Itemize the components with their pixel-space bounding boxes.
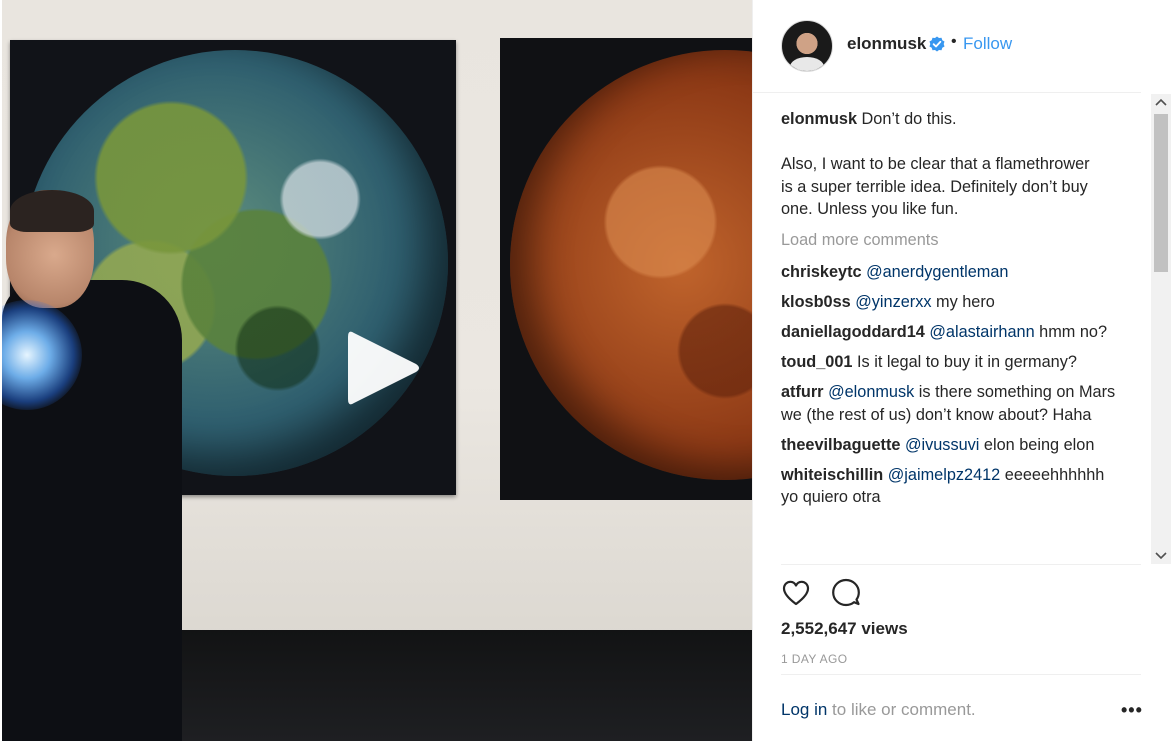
comment-mention[interactable]: @alastairhann — [929, 323, 1034, 341]
login-prompt: Log in to like or comment. — [781, 700, 976, 720]
verified-badge-icon — [929, 36, 945, 52]
comment-username[interactable]: klosb0ss — [781, 293, 851, 311]
comment-text: Is it legal to buy it in germany? — [852, 353, 1077, 371]
scroll-down-arrow-icon[interactable] — [1151, 546, 1171, 564]
comment-icon[interactable] — [831, 577, 861, 607]
post-timestamp[interactable]: 1 DAY AGO — [781, 652, 848, 666]
view-count[interactable]: 2,552,647 views — [781, 619, 908, 639]
comment-item: chriskeytc @anerdygentleman — [781, 261, 1117, 284]
video-person — [2, 190, 202, 741]
comment-text: elon being elon — [979, 435, 1095, 454]
comment-item: klosb0ss @yinzerxx my hero — [781, 291, 1117, 314]
comment-username[interactable]: daniellagoddard14 — [781, 323, 925, 341]
comment-item: toud_001 Is it legal to buy it in german… — [781, 351, 1117, 374]
caption-text-3: is a super terrible idea. Definitely don… — [781, 177, 1088, 196]
comment-item: theevilbaguette @ivussuvi elon being elo… — [781, 434, 1117, 457]
comment-username[interactable]: whiteischillin — [781, 466, 883, 484]
caption-username[interactable]: elonmusk — [781, 110, 857, 128]
comment-username[interactable]: atfurr — [781, 383, 824, 401]
comments-scrollbar[interactable] — [1151, 94, 1171, 564]
post-sidebar: elonmusk • Follow elonmusk Don’t do this… — [752, 0, 1172, 741]
avatar[interactable] — [781, 20, 833, 72]
scroll-up-arrow-icon[interactable] — [1151, 94, 1171, 112]
login-prompt-text: to like or comment. — [827, 700, 976, 719]
comment-item: atfurr @elonmusk is there something on M… — [781, 381, 1117, 426]
comment-item: daniellagoddard14 @alastairhann hmm no? — [781, 321, 1117, 344]
video-person-hair — [10, 190, 94, 232]
comment-text: my hero — [931, 293, 995, 311]
heart-icon[interactable] — [781, 578, 811, 608]
caption-first-line: elonmusk Don’t do this. — [781, 108, 1117, 131]
post-video[interactable] — [2, 0, 752, 741]
login-divider — [781, 674, 1141, 675]
comment-username[interactable]: toud_001 — [781, 353, 852, 371]
comment-mention[interactable]: @ivussuvi — [905, 436, 979, 454]
follow-button[interactable]: Follow — [963, 34, 1012, 54]
header-username[interactable]: elonmusk — [847, 34, 926, 54]
post-caption: elonmusk Don’t do this. Also, I want to … — [781, 108, 1117, 221]
post-window: elonmusk • Follow elonmusk Don’t do this… — [0, 0, 1172, 741]
play-icon[interactable] — [340, 325, 426, 411]
comments-list: elonmusk Don’t do this. Also, I want to … — [781, 108, 1117, 564]
comment-mention[interactable]: @jaimelpz2412 — [888, 466, 1000, 484]
actions-divider — [781, 564, 1141, 565]
comment-mention[interactable]: @elonmusk — [828, 383, 914, 401]
caption-text-1: Don’t do this. — [861, 110, 957, 128]
comment-mention[interactable]: @yinzerxx — [855, 293, 931, 311]
comment-item: whiteischillin @jaimelpz2412 eeeeehhhhhh… — [781, 464, 1117, 509]
login-link[interactable]: Log in — [781, 700, 827, 719]
scrollbar-thumb[interactable] — [1154, 114, 1168, 272]
caption-text-4: one. Unless you like fun. — [781, 200, 959, 218]
avatar-shirt — [790, 57, 824, 71]
comment-mention[interactable]: @anerdygentleman — [866, 263, 1008, 281]
comment-username[interactable]: chriskeytc — [781, 263, 862, 281]
header-separator: • — [951, 33, 957, 50]
comment-text: hmm no? — [1034, 323, 1108, 341]
more-options-button[interactable]: ••• — [1121, 700, 1143, 721]
post-header: elonmusk • Follow — [753, 0, 1141, 93]
load-more-comments-button[interactable]: Load more comments — [781, 229, 1117, 252]
comment-username[interactable]: theevilbaguette — [781, 436, 900, 454]
caption-text-2: Also, I want to be clear that a flamethr… — [781, 155, 1090, 173]
